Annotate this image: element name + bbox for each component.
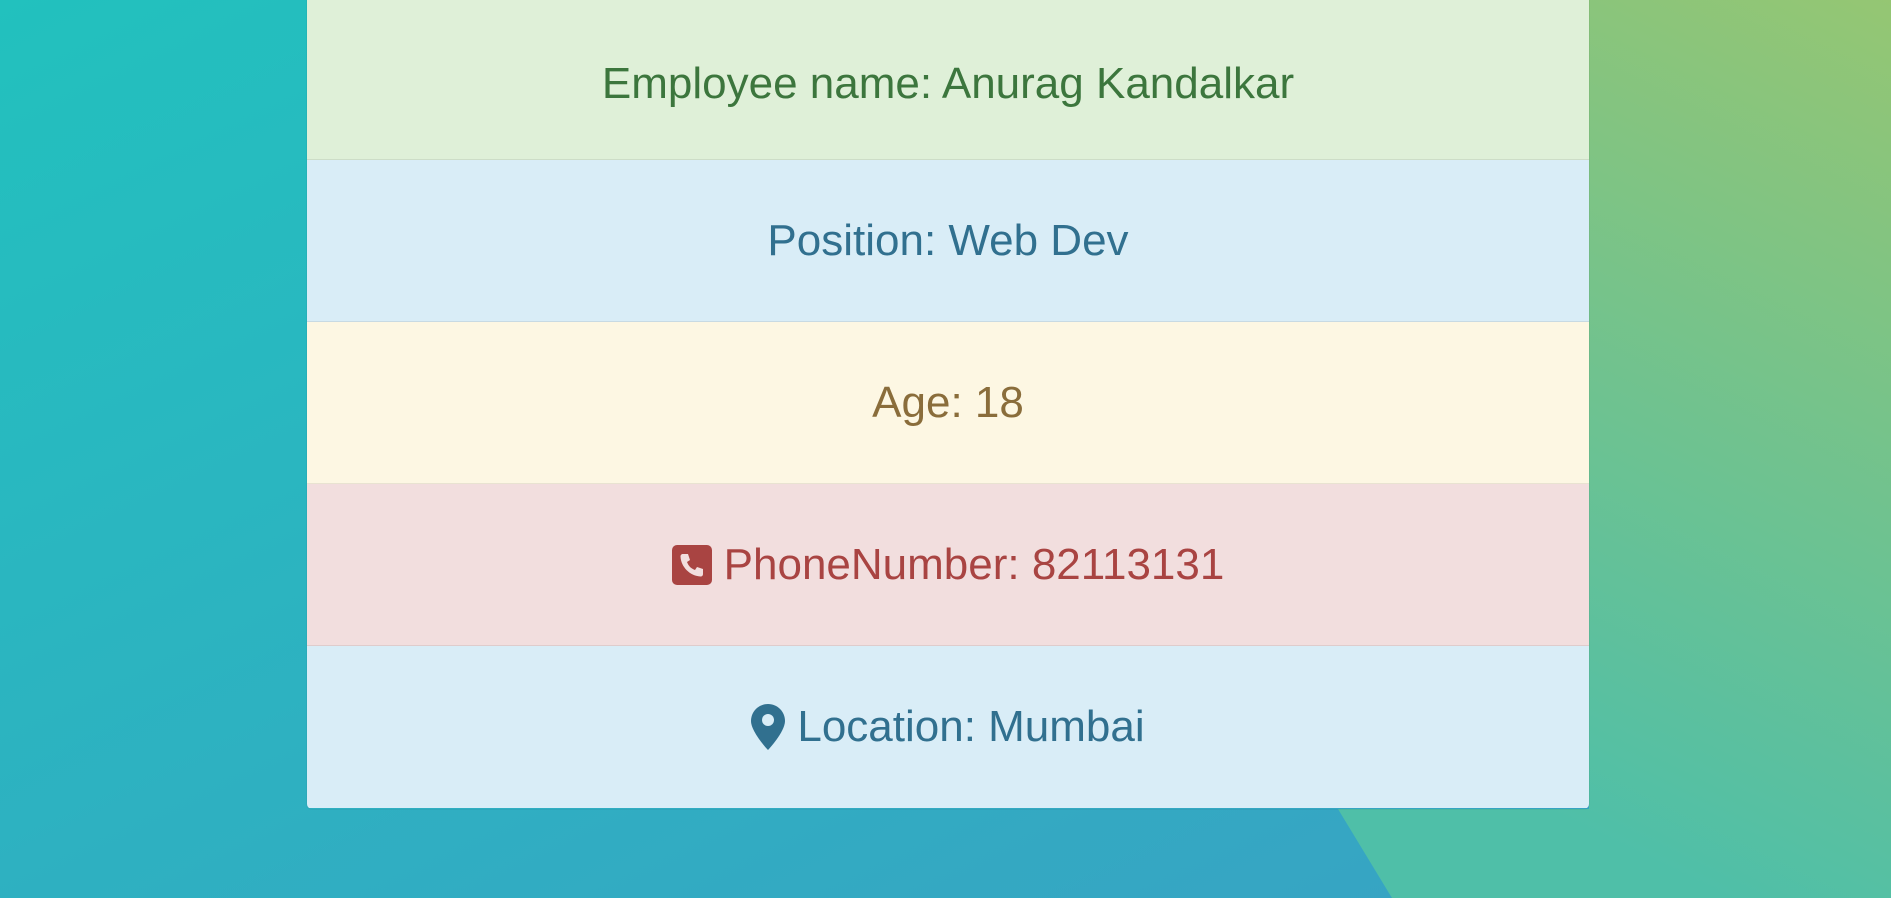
age: Age: 18 bbox=[872, 377, 1024, 427]
phone-number: PhoneNumber: 82113131 bbox=[723, 539, 1225, 589]
position: Position: Web Dev bbox=[767, 215, 1129, 265]
employee-name-row: Employee name: Anurag Kandalkar bbox=[307, 0, 1589, 160]
location-row: Location: Mumbai bbox=[307, 646, 1589, 808]
age-row: Age: 18 bbox=[307, 322, 1589, 484]
location: Location: Mumbai bbox=[797, 702, 1145, 751]
phone-square-icon bbox=[671, 544, 712, 585]
map-marker-icon bbox=[751, 704, 786, 750]
employee-card: Employee name: Anurag Kandalkar Position… bbox=[307, 0, 1589, 809]
phone-row: PhoneNumber: 82113131 bbox=[307, 484, 1589, 646]
position-row: Position: Web Dev bbox=[307, 160, 1589, 322]
employee-name: Employee name: Anurag Kandalkar bbox=[601, 58, 1295, 108]
